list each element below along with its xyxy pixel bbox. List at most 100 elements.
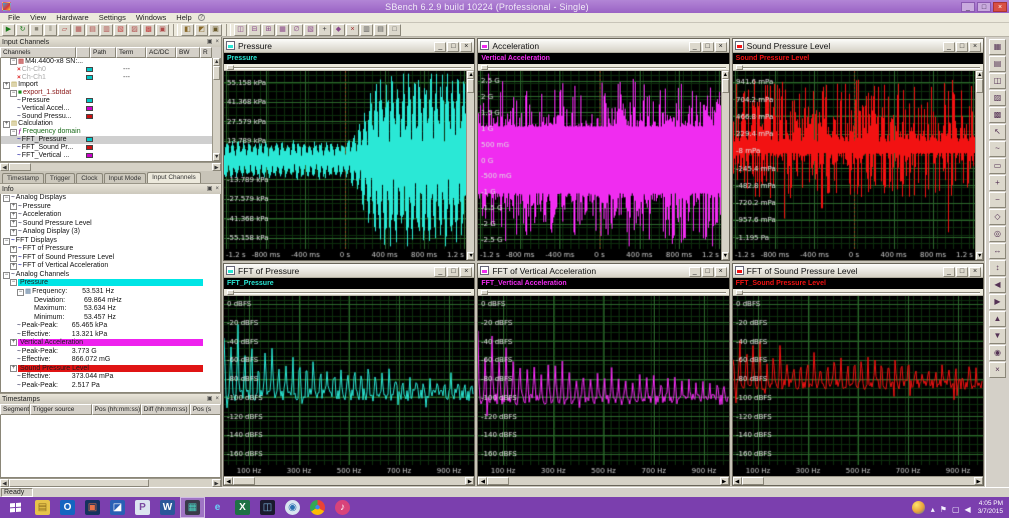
tree-row[interactable]: ~Sound Pressu... [1,113,212,121]
close-button[interactable]: × [714,41,727,52]
tree-row[interactable]: − ~FFT Displays [1,237,220,246]
pin-icon[interactable]: ▣ [207,395,213,403]
expander-icon[interactable]: + [3,120,10,128]
scroll-down-icon[interactable]: ▼ [721,252,729,260]
tree-row[interactable]: + ~Analog Display (3) [1,228,220,237]
scroll-left-icon[interactable]: ◀ [478,477,488,485]
scroll-right-icon[interactable]: ▶ [465,477,475,485]
window-titlebar[interactable]: FFT of Vertical Acceleration _ □ × [478,264,729,278]
position-slider[interactable] [478,289,729,296]
tree-row[interactable]: ~Pressure [1,97,212,105]
expander-icon[interactable]: + [10,211,17,219]
chart-hscrollbar[interactable]: ◀ ▶ [224,476,475,485]
shift-up-icon[interactable]: ▲ [989,311,1006,327]
snap-icon[interactable]: ◉ [989,345,1006,361]
tree-row[interactable]: ~FFT_Sound Pr... [1,144,212,152]
column-header-segment[interactable]: Segment [0,404,30,415]
start-acquisition-button[interactable]: ▶ [2,23,15,36]
slider-thumb[interactable] [227,65,234,70]
minimize-button[interactable]: _ [942,41,955,52]
grid-layout-button[interactable]: ▦ [276,23,289,36]
window-titlebar[interactable]: FFT of Pressure _ □ × [224,264,475,278]
cursor-icon[interactable]: ↖ [989,124,1006,140]
chart-hscrollbar[interactable]: ◀ ▶ [478,476,729,485]
signal-icon[interactable]: ~ [989,141,1006,157]
tree-row[interactable]: − ▦M4i.4400-x8 SN:... [1,58,212,66]
close-button[interactable]: × [460,41,473,52]
close-icon[interactable]: × [215,185,219,193]
expander-icon[interactable]: + [10,246,17,254]
scrollbar-thumb[interactable] [975,79,983,93]
chart-canvas-pressure[interactable] [224,71,467,260]
chart-canvas-fft-vertical-acceleration[interactable] [478,296,729,476]
tile-columns-button[interactable]: ▥ [360,23,373,36]
chart-canvas-sound-pressure-level[interactable] [732,71,975,260]
new-window-button[interactable]: ◫ [234,23,247,36]
scroll-up-icon[interactable]: ▲ [213,58,220,66]
expander-icon[interactable]: − [3,194,10,202]
new-xy-display-button[interactable]: ▥ [100,23,113,36]
scroll-left-icon[interactable]: ◀ [0,163,9,171]
close-display-button[interactable]: ▣ [156,23,169,36]
settings-display-button[interactable]: ▧ [304,23,317,36]
expander-icon[interactable]: − [3,237,10,245]
color-swatch[interactable] [86,97,93,103]
close-button[interactable]: × [968,41,981,52]
chart-hscrollbar[interactable]: ◀ ▶ [732,476,983,485]
pin-icon[interactable]: ▣ [207,38,213,46]
grid-settings-icon[interactable]: ▦ [989,39,1006,55]
channels-hscrollbar[interactable]: ◀ ▶ [0,162,221,171]
volume-icon[interactable]: ◀ [965,505,971,514]
pause-acquisition-button[interactable]: ‖ [44,23,57,36]
new-analog-display-button[interactable]: ▦ [72,23,85,36]
column-header-r[interactable]: R [200,47,212,58]
scrollbar-thumb[interactable] [741,477,764,485]
scroll-left-icon[interactable]: ◀ [0,479,9,487]
tab-clock[interactable]: Clock [76,173,103,183]
expander-icon[interactable]: + [10,263,17,271]
tree-row[interactable]: + ~Sound Pressure Level [1,220,220,229]
tile-rows-button[interactable]: ▤ [374,23,387,36]
pan-icon[interactable]: ◇ [989,209,1006,225]
expander-icon[interactable]: + [10,220,17,228]
start-button[interactable] [0,497,30,518]
split-horizontal-button[interactable]: ⊟ [248,23,261,36]
color-swatch[interactable] [86,152,93,158]
data-table-icon[interactable]: ▤ [989,56,1006,72]
slider-thumb[interactable] [481,65,489,70]
window-titlebar[interactable]: Sound Pressure Level _ □ × [732,39,983,53]
channel-color-bar[interactable]: Pressure [18,279,203,287]
scrollbar-thumb[interactable] [487,477,510,485]
tree-row[interactable]: ~Effective: 13.321 kPa [1,331,220,340]
maximize-view-button[interactable]: □ [388,23,401,36]
scrollbar-thumb[interactable] [233,477,255,485]
minimize-button[interactable]: _ [942,266,955,277]
taskbar-app-sphere[interactable]: ◉ [280,497,305,518]
slider-thumb[interactable] [227,290,234,295]
flag-icon[interactable]: ⚑ [940,505,947,514]
shift-down-icon[interactable]: ▼ [989,328,1006,344]
expander-icon[interactable]: − [3,271,10,279]
erase-button[interactable]: ∅ [290,23,303,36]
tree-row[interactable]: ×Ch-Ch0 --- [1,66,212,74]
tree-row[interactable]: − ƒFrequency domain [1,128,212,136]
scroll-left-icon[interactable]: ◀ [224,477,233,485]
taskbar-chrome[interactable]: ● [305,497,330,518]
zoom-out-icon[interactable]: − [989,192,1006,208]
edit-display-button[interactable]: ▱ [58,23,71,36]
tree-row[interactable]: ~FFT_Pressure [1,135,212,144]
export-red-icon[interactable]: ▨ [989,90,1006,106]
column-header-trigger-source[interactable]: Trigger source [29,404,92,415]
tree-row[interactable]: ~Peak-Peak: 3.773 G [1,348,220,357]
center-icon[interactable]: ◎ [989,226,1006,242]
add-cursor-button[interactable]: + [318,23,331,36]
scroll-right-icon[interactable]: ▶ [973,477,983,485]
column-header-path[interactable]: Path [90,47,116,58]
new-histogram-display-button[interactable]: ▩ [142,23,155,36]
scroll-down-icon[interactable]: ▼ [467,252,475,260]
taskbar-word[interactable]: W [155,497,180,518]
copy-window-button[interactable]: ◆ [332,23,345,36]
expander-icon[interactable]: + [3,81,10,89]
tree-row[interactable]: − Pressure [1,279,220,288]
taskbar-paint[interactable]: P [130,497,155,518]
